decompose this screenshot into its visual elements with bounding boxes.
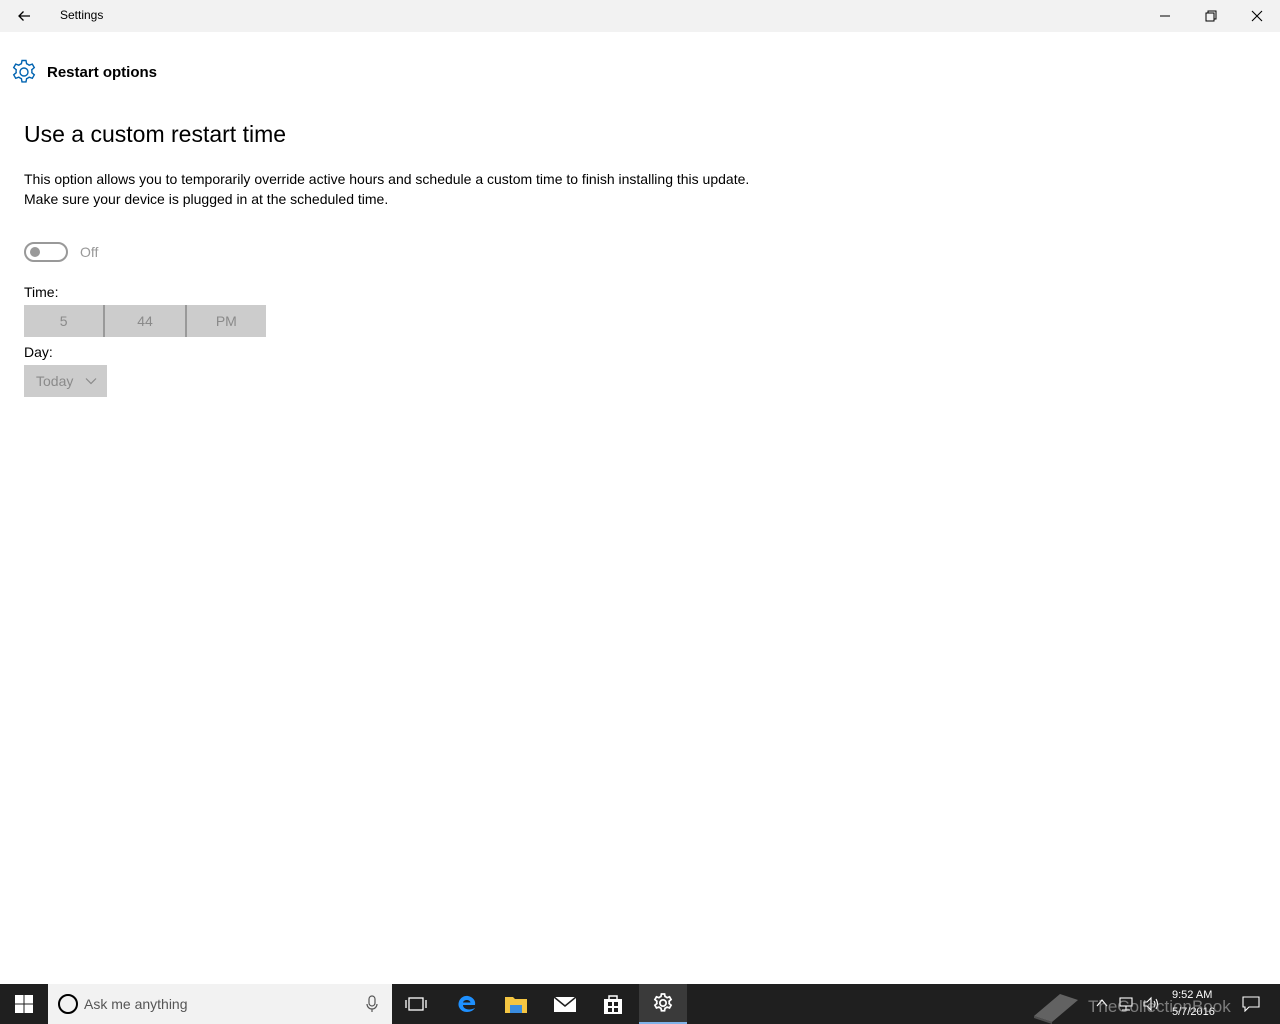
toggle-state-label: Off	[80, 244, 99, 260]
task-view-button[interactable]	[392, 984, 440, 1024]
description-line-2: Make sure your device is plugged in at t…	[24, 191, 389, 207]
mail-button[interactable]	[541, 984, 589, 1024]
description-line-1: This option allows you to temporarily ov…	[24, 171, 750, 187]
edge-icon	[458, 995, 476, 1012]
task-view-icon	[405, 997, 427, 1011]
custom-restart-toggle[interactable]	[24, 242, 68, 262]
restore-icon	[1205, 10, 1217, 22]
settings-icon	[653, 993, 673, 1012]
minimize-icon	[1160, 15, 1170, 17]
settings-taskbar-button[interactable]	[639, 984, 687, 1024]
back-arrow-icon	[18, 11, 30, 21]
close-icon	[1251, 10, 1263, 22]
minute-selector[interactable]: 44	[105, 305, 184, 337]
hour-selector[interactable]: 5	[24, 305, 103, 337]
page-title: Restart options	[47, 63, 158, 81]
start-button[interactable]	[0, 984, 48, 1024]
day-dropdown[interactable]: Today	[24, 365, 107, 397]
watermark-text: TheCollectionBook	[1088, 997, 1231, 1016]
minimize-button[interactable]	[1142, 0, 1188, 32]
cortana-icon	[58, 994, 78, 1014]
period-selector[interactable]: PM	[187, 305, 266, 337]
restore-button[interactable]	[1188, 0, 1234, 32]
search-box[interactable]: Ask me anything	[48, 984, 392, 1024]
close-button[interactable]	[1234, 0, 1280, 32]
microphone-icon[interactable]	[364, 994, 380, 1014]
time-picker[interactable]: 5 44 PM	[24, 305, 266, 337]
store-icon	[604, 995, 622, 1014]
chevron-down-icon	[85, 378, 97, 385]
day-label: Day:	[24, 344, 53, 360]
description: This option allows you to temporarily ov…	[24, 169, 924, 209]
store-button[interactable]	[589, 984, 637, 1024]
time-label: Time:	[24, 284, 59, 300]
day-selected-value: Today	[36, 373, 74, 389]
action-center-icon[interactable]	[1242, 996, 1260, 1012]
window-title: Settings	[60, 8, 104, 22]
windows-logo-icon	[15, 995, 33, 1013]
watermark: TheCollectionBook	[1030, 990, 1231, 1024]
edge-button[interactable]	[443, 984, 491, 1024]
file-explorer-icon	[505, 997, 527, 1013]
gear-icon	[12, 59, 36, 83]
back-button[interactable]	[0, 0, 48, 32]
mail-icon	[553, 996, 577, 1012]
page-header: Restart options	[10, 58, 157, 86]
search-placeholder: Ask me anything	[84, 996, 188, 1012]
title-bar: Settings	[0, 0, 1280, 32]
toggle-knob	[30, 247, 40, 257]
file-explorer-button[interactable]	[492, 984, 540, 1024]
section-heading: Use a custom restart time	[24, 121, 287, 147]
book-icon	[1034, 994, 1078, 1024]
